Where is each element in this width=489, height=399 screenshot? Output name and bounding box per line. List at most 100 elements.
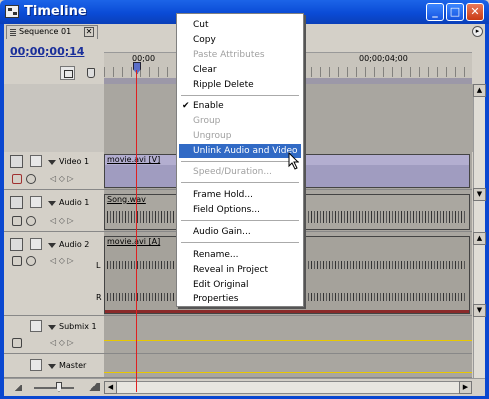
display-style-icon[interactable]: [12, 216, 22, 226]
volume-line[interactable]: [104, 340, 472, 341]
menu-item-label: Ungroup: [193, 131, 232, 141]
menu-separator: [181, 242, 299, 243]
window-frame-right: [485, 24, 489, 399]
menu-item-audio-gain[interactable]: Audio Gain...: [179, 225, 301, 239]
empty-header-area: [4, 84, 104, 152]
keyframe-nav-icon[interactable]: ◁ ◇ ▷: [50, 216, 74, 225]
clip-base: [105, 310, 469, 313]
display-style-icon[interactable]: [12, 256, 22, 266]
menu-item-speed-duration[interactable]: Speed/Duration...: [179, 165, 301, 179]
snap-button[interactable]: [60, 66, 75, 80]
lock-toggle[interactable]: [30, 359, 42, 371]
menu-item-ripple-delete[interactable]: Ripple Delete: [179, 78, 301, 92]
lock-toggle[interactable]: [30, 320, 42, 332]
scroll-down-icon[interactable]: ▼: [473, 188, 486, 201]
keyframe-toggle-icon[interactable]: [26, 256, 36, 266]
tab-sequence-01[interactable]: Sequence 01 ✕: [6, 25, 98, 39]
keyframe-nav-icon[interactable]: ◁ ◇ ▷: [50, 174, 74, 183]
menu-item-group[interactable]: Group: [179, 114, 301, 128]
ruler-mark-label: 00;00;04;00: [359, 54, 408, 63]
menu-item-ungroup[interactable]: Ungroup: [179, 129, 301, 143]
scroll-up-icon[interactable]: ▲: [473, 232, 486, 245]
menu-item-label: Unlink Audio and Video: [193, 146, 298, 156]
channel-label-right: R: [96, 293, 102, 302]
lock-toggle[interactable]: [30, 155, 42, 167]
scroll-up-icon[interactable]: ▲: [473, 84, 486, 97]
keyframe-toggle-icon[interactable]: [26, 216, 36, 226]
maximize-button[interactable]: □: [446, 3, 464, 21]
display-style-icon[interactable]: [12, 338, 22, 348]
menu-item-unlink-audio-and-video[interactable]: Unlink Audio and Video: [179, 144, 301, 158]
scroll-left-icon[interactable]: ◀: [104, 381, 117, 394]
menu-separator: [181, 161, 299, 162]
checkmark-icon: ✔: [182, 101, 190, 111]
track-name: Audio 2: [59, 240, 90, 249]
close-button[interactable]: ✕: [466, 3, 484, 21]
track-header-audio-2: Audio 2 ◁ ◇ ▷: [4, 232, 104, 316]
minimize-button[interactable]: _: [426, 3, 444, 21]
collapse-triangle-icon[interactable]: [48, 243, 56, 248]
menu-item-reveal-in-project[interactable]: Reveal in Project: [179, 263, 301, 277]
master-volume-line[interactable]: [104, 372, 472, 373]
menu-item-properties[interactable]: Properties: [179, 292, 301, 306]
scroll-right-icon[interactable]: ▶: [459, 381, 472, 394]
current-timecode[interactable]: 00;00;00;14: [10, 45, 84, 58]
menu-item-label: Audio Gain...: [193, 227, 251, 237]
speaker-icon[interactable]: [10, 196, 23, 209]
eye-icon[interactable]: [10, 155, 23, 168]
menu-item-rename[interactable]: Rename...: [179, 248, 301, 262]
menu-item-copy[interactable]: Copy: [179, 33, 301, 47]
menu-item-paste-attributes[interactable]: Paste Attributes: [179, 48, 301, 62]
collapse-triangle-icon[interactable]: [48, 160, 56, 165]
menu-item-label: Ripple Delete: [193, 80, 254, 90]
keyframe-nav-icon[interactable]: ◁ ◇ ▷: [50, 256, 74, 265]
track-lane-submix-1: [104, 316, 472, 354]
track-header-audio-1: Audio 1 ◁ ◇ ▷: [4, 190, 104, 232]
lock-toggle[interactable]: [30, 238, 42, 250]
track-header-video-1: Video 1 ◁ ◇ ▷: [4, 152, 104, 190]
menu-item-edit-original[interactable]: Edit Original: [179, 278, 301, 292]
speaker-icon[interactable]: [10, 238, 23, 251]
menu-item-enable[interactable]: ✔ Enable: [179, 99, 301, 113]
panel-menu-icon[interactable]: ▸: [472, 26, 483, 37]
scroll-down-icon[interactable]: ▼: [473, 304, 486, 317]
menu-separator: [181, 220, 299, 221]
menu-item-frame-hold[interactable]: Frame Hold...: [179, 188, 301, 202]
collapse-triangle-icon[interactable]: [48, 364, 56, 369]
set-marker-icon[interactable]: [85, 66, 95, 80]
vertical-scrollbar[interactable]: ▲ ▼ ▲ ▼: [473, 84, 486, 378]
mouse-pointer-icon: [288, 152, 300, 170]
horizontal-scrollbar[interactable]: ◀ ▶: [104, 381, 472, 394]
timeline-app-icon: [5, 5, 19, 18]
keyframe-toggle-icon[interactable]: [26, 174, 36, 184]
menu-item-label: Cut: [193, 20, 209, 30]
lock-toggle[interactable]: [30, 196, 42, 208]
menu-item-cut[interactable]: Cut: [179, 18, 301, 32]
zoom-slider[interactable]: [34, 387, 74, 389]
zoom-in-icon[interactable]: [86, 383, 100, 391]
grip-icon[interactable]: [10, 29, 16, 36]
menu-item-label: Edit Original: [193, 280, 249, 290]
menu-item-field-options[interactable]: Field Options...: [179, 203, 301, 217]
menu-item-label: Rename...: [193, 250, 239, 260]
menu-item-label: Speed/Duration...: [193, 167, 272, 177]
menu-item-label: Copy: [193, 35, 216, 45]
track-name: Master: [59, 361, 87, 370]
tab-close-icon[interactable]: ✕: [84, 27, 94, 37]
tab-label: Sequence 01: [19, 27, 72, 36]
clip-label: Song.wav: [107, 195, 146, 204]
menu-item-label: Frame Hold...: [193, 190, 253, 200]
channel-label-left: L: [96, 261, 101, 270]
track-name: Submix 1: [59, 322, 97, 331]
collapse-triangle-icon[interactable]: [48, 201, 56, 206]
track-header-submix-1: Submix 1 ◁ ◇ ▷: [4, 316, 104, 354]
display-style-icon[interactable]: [12, 174, 22, 184]
keyframe-nav-icon[interactable]: ◁ ◇ ▷: [50, 338, 74, 347]
zoom-out-icon[interactable]: [14, 385, 22, 391]
menu-item-label: Clear: [193, 65, 217, 75]
menu-item-label: Enable: [193, 101, 224, 111]
zoom-slider-thumb[interactable]: [56, 382, 62, 392]
menu-item-clear[interactable]: Clear: [179, 63, 301, 77]
collapse-triangle-icon[interactable]: [48, 325, 56, 330]
playhead-line: [136, 70, 137, 392]
